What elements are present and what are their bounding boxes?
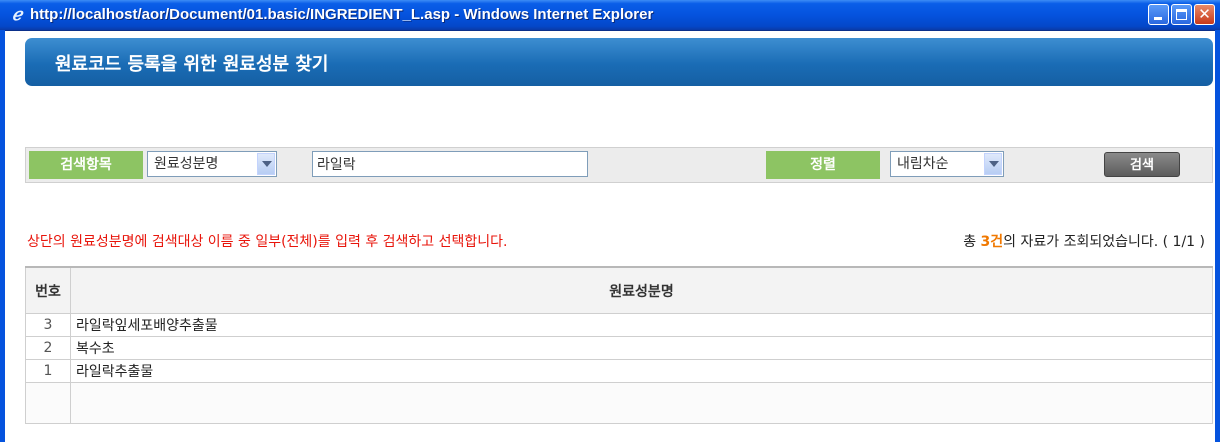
result-count-suffix: 의 자료가 조회되었습니다. ( 1/1 ) (1003, 234, 1205, 250)
close-button[interactable]: ✕ (1194, 4, 1215, 25)
page-content: 원료코드 등록을 위한 원료성분 찾기 검색항목 원료성분명 정렬 내림차순 검… (5, 31, 1215, 442)
result-count: 총 3건의 자료가 조회되었습니다. ( 1/1 ) (963, 231, 1205, 251)
row-number: 1 (25, 359, 71, 383)
sort-order-select[interactable]: 내림차순 (890, 151, 1004, 177)
table-row[interactable]: 1 라일락추출물 (25, 359, 1213, 383)
window-frame-right (1215, 30, 1220, 442)
row-ingredient-name[interactable]: 복수초 (70, 336, 1213, 360)
search-bar: 검색항목 원료성분명 정렬 내림차순 검색 (25, 147, 1213, 183)
ie-icon: ℯ (11, 5, 23, 25)
maximize-icon (1176, 9, 1187, 20)
column-header-number: 번호 (25, 266, 71, 314)
maximize-button[interactable] (1171, 4, 1192, 25)
table-empty-row (25, 382, 1213, 424)
result-count-prefix: 총 (963, 234, 981, 250)
chevron-down-icon (262, 161, 272, 167)
page-title: 원료코드 등록을 위한 원료성분 찾기 (55, 54, 329, 75)
instruction-text: 상단의 원료성분명에 검색대상 이름 중 일부(전체)를 입력 후 검색하고 선… (27, 234, 508, 250)
keyword-input[interactable] (312, 151, 588, 177)
chevron-down-icon (989, 161, 999, 167)
window-title: http://localhost/aor/Document/01.basic/I… (30, 6, 654, 23)
row-number: 2 (25, 336, 71, 360)
search-button[interactable]: 검색 (1104, 152, 1180, 177)
search-field-selected-value: 원료성분명 (154, 156, 219, 172)
search-field-dropdown-button[interactable] (257, 153, 275, 175)
row-ingredient-name[interactable]: 라일락잎세포배양추출물 (70, 313, 1213, 337)
search-field-select[interactable]: 원료성분명 (147, 151, 277, 177)
minimize-button[interactable] (1148, 4, 1169, 25)
search-field-label: 검색항목 (29, 151, 143, 179)
window-title-bar: ℯ http://localhost/aor/Document/01.basic… (0, 0, 1220, 31)
table-row[interactable]: 2 복수초 (25, 336, 1213, 360)
sort-order-dropdown-button[interactable] (984, 153, 1002, 175)
empty-cell (70, 382, 1213, 424)
header-banner: 원료코드 등록을 위한 원료성분 찾기 (25, 38, 1213, 86)
sort-order-selected-value: 내림차순 (897, 156, 949, 172)
column-header-ingredient-name: 원료성분명 (70, 266, 1213, 314)
sort-label: 정렬 (766, 151, 880, 179)
minimize-icon (1154, 17, 1162, 20)
result-count-value: 3건 (980, 234, 1004, 250)
row-ingredient-name[interactable]: 라일락추출물 (70, 359, 1213, 383)
row-number: 3 (25, 313, 71, 337)
table-row[interactable]: 3 라일락잎세포배양추출물 (25, 313, 1213, 337)
table-header-row: 번호 원료성분명 (25, 266, 1213, 314)
results-table: 번호 원료성분명 3 라일락잎세포배양추출물 2 복수초 1 라일락추출물 (25, 266, 1213, 424)
empty-cell (25, 382, 71, 424)
close-icon: ✕ (1198, 5, 1211, 23)
